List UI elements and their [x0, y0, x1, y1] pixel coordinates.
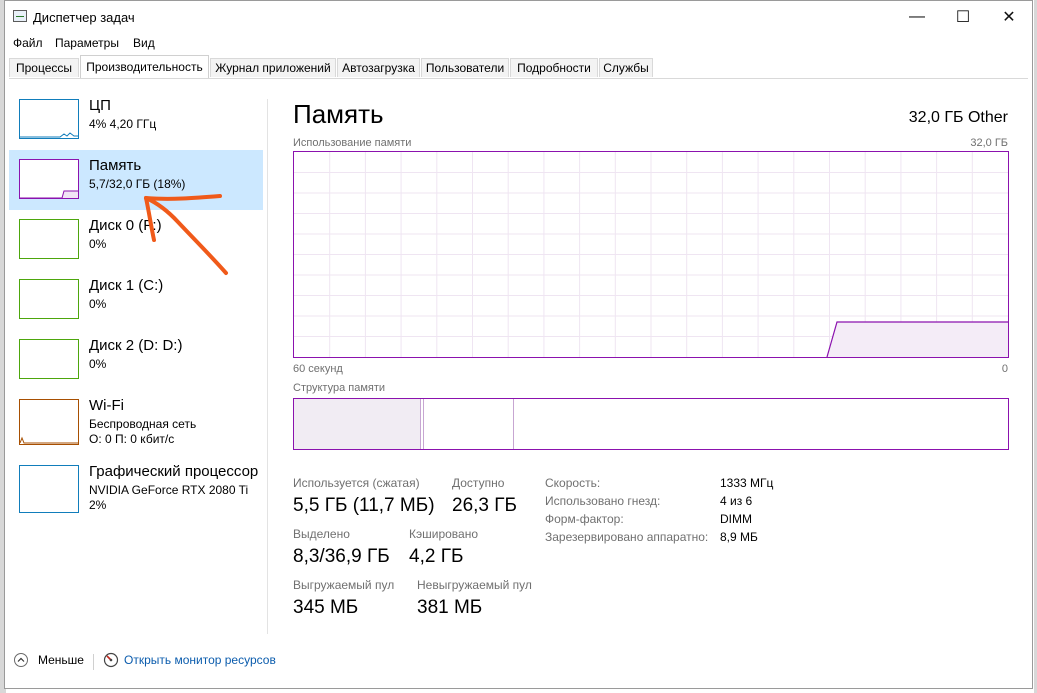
- in-use-value: 5,5 ГБ (11,7 МБ): [293, 495, 435, 516]
- disk0-thumbnail: [19, 219, 79, 259]
- pane-divider[interactable]: [267, 99, 268, 634]
- hw-reserved-label: Зарезервировано аппаратно:: [545, 530, 709, 544]
- resource-detail: 2%: [89, 498, 107, 512]
- available-value: 26,3 ГБ: [452, 495, 518, 516]
- usage-graph-label: Использование памяти: [293, 137, 412, 149]
- committed-label: Выделено: [293, 527, 350, 541]
- tab-performance[interactable]: Производительность: [80, 55, 209, 78]
- hw-reserved-value: 8,9 МБ: [720, 530, 758, 544]
- menu-bar: Файл Параметры Вид: [5, 34, 1032, 54]
- fewer-details-button[interactable]: Меньше: [13, 652, 84, 668]
- resource-subtitle: 5,7/32,0 ГБ (18%): [89, 177, 186, 191]
- paged-pool-value: 345 МБ: [293, 597, 359, 618]
- title-bar[interactable]: Диспетчер задач — ☐ ✕: [5, 1, 1032, 33]
- resource-item-disk0[interactable]: Диск 0 (F:) 0%: [9, 211, 263, 271]
- resource-subtitle: 0%: [89, 297, 107, 311]
- cached-value: 4,2 ГБ: [409, 546, 464, 567]
- resource-list: ЦП 4% 4,20 ГГц Память 5,7/32,0 ГБ (18%) …: [9, 91, 267, 631]
- resource-item-gpu[interactable]: Графический процессор NVIDIA GeForce RTX…: [9, 457, 263, 519]
- composition-divider: [423, 399, 424, 449]
- menu-view[interactable]: Вид: [133, 36, 155, 50]
- wifi-thumbnail-graph: [20, 436, 78, 444]
- resource-title: Диск 0 (F:): [89, 217, 162, 234]
- slots-value: 4 из 6: [720, 494, 753, 508]
- menu-file[interactable]: Файл: [13, 36, 43, 50]
- resource-item-memory[interactable]: Память 5,7/32,0 ГБ (18%): [9, 150, 263, 210]
- tab-app-history[interactable]: Журнал приложений: [210, 58, 336, 77]
- composition-divider: [420, 399, 421, 449]
- resource-subtitle: 4% 4,20 ГГц: [89, 117, 157, 131]
- resource-subtitle: 0%: [89, 237, 107, 251]
- memory-usage-graph-svg: [294, 152, 1008, 358]
- resource-title: Диск 1 (C:): [89, 277, 164, 294]
- open-resource-monitor-label: Открыть монитор ресурсов: [124, 653, 276, 667]
- task-manager-icon: [13, 10, 27, 22]
- form-factor-label: Форм-фактор:: [545, 512, 624, 526]
- resource-title: Диск 2 (D: D:): [89, 337, 183, 354]
- menu-options[interactable]: Параметры: [55, 36, 119, 50]
- chevron-up-icon: [14, 653, 28, 667]
- resource-monitor-icon: [103, 652, 119, 668]
- cached-label: Кэшировано: [409, 527, 479, 541]
- resource-title: Память: [89, 157, 142, 174]
- resource-title: Графический процессор: [89, 463, 259, 480]
- available-label: Доступно: [452, 476, 505, 490]
- tab-services[interactable]: Службы: [599, 58, 653, 77]
- resource-item-disk2[interactable]: Диск 2 (D: D:) 0%: [9, 331, 263, 391]
- bottom-bar: Меньше Открыть монитор ресурсов: [5, 651, 1032, 677]
- memory-thumbnail: [19, 159, 79, 199]
- tab-strip: Процессы Производительность Журнал прило…: [9, 55, 1028, 79]
- tab-processes[interactable]: Процессы: [9, 58, 79, 77]
- memory-composition-bar: [293, 398, 1009, 450]
- window-title: Диспетчер задач: [33, 10, 135, 25]
- memory-total: 32,0 ГБ Other: [908, 109, 1008, 126]
- in-use-label: Используется (сжатая): [293, 476, 420, 490]
- panel-title: Память: [293, 99, 384, 129]
- resource-item-wifi[interactable]: Wi-Fi Беспроводная сеть О: 0 П: 0 кбит/с: [9, 391, 263, 453]
- resource-item-cpu[interactable]: ЦП 4% 4,20 ГГц: [9, 91, 263, 151]
- tab-users[interactable]: Пользователи: [421, 58, 509, 77]
- usage-graph-max: 32,0 ГБ: [970, 137, 1008, 149]
- form-factor-value: DIMM: [720, 512, 752, 526]
- fewer-details-label: Меньше: [38, 653, 84, 667]
- resource-subtitle: 0%: [89, 357, 107, 371]
- disk2-thumbnail: [19, 339, 79, 379]
- memory-thumbnail-graph: [20, 190, 78, 198]
- paged-pool-label: Выгружаемый пул: [293, 578, 395, 592]
- nonpaged-pool-value: 381 МБ: [417, 597, 483, 618]
- resource-subtitle: Беспроводная сеть: [89, 417, 197, 431]
- bottom-divider: [93, 654, 94, 670]
- committed-value: 8,3/36,9 ГБ: [293, 546, 390, 567]
- maximize-button[interactable]: ☐: [940, 1, 986, 33]
- resource-title: ЦП: [89, 97, 111, 114]
- close-button[interactable]: ✕: [986, 1, 1032, 33]
- cpu-thumbnail-graph: [20, 132, 78, 138]
- speed-label: Скорость:: [545, 476, 601, 490]
- resource-subtitle: NVIDIA GeForce RTX 2080 Ti: [89, 483, 249, 497]
- cpu-thumbnail: [19, 99, 79, 139]
- open-resource-monitor-link[interactable]: Открыть монитор ресурсов: [103, 652, 276, 668]
- composition-label: Структура памяти: [293, 382, 386, 394]
- nonpaged-pool-label: Невыгружаемый пул: [417, 578, 532, 592]
- resource-detail: О: 0 П: 0 кбит/с: [89, 432, 175, 446]
- memory-usage-graph: [293, 151, 1009, 358]
- time-axis-right: 0: [1001, 363, 1008, 375]
- tab-details[interactable]: Подробности: [510, 58, 598, 77]
- wifi-thumbnail: [19, 399, 79, 445]
- tab-startup[interactable]: Автозагрузка: [337, 58, 420, 77]
- time-axis-left: 60 секунд: [293, 363, 343, 375]
- slots-label: Использовано гнезд:: [545, 494, 661, 508]
- minimize-button[interactable]: —: [894, 1, 940, 33]
- composition-divider: [513, 399, 514, 449]
- task-manager-window: Диспетчер задач — ☐ ✕ Файл Параметры Вид…: [4, 0, 1033, 689]
- resource-item-disk1[interactable]: Диск 1 (C:) 0%: [9, 271, 263, 331]
- gpu-thumbnail: [19, 465, 79, 513]
- resource-title: Wi-Fi: [89, 397, 124, 414]
- composition-in-use: [294, 399, 420, 449]
- speed-value: 1333 МГц: [720, 476, 774, 490]
- disk1-thumbnail: [19, 279, 79, 319]
